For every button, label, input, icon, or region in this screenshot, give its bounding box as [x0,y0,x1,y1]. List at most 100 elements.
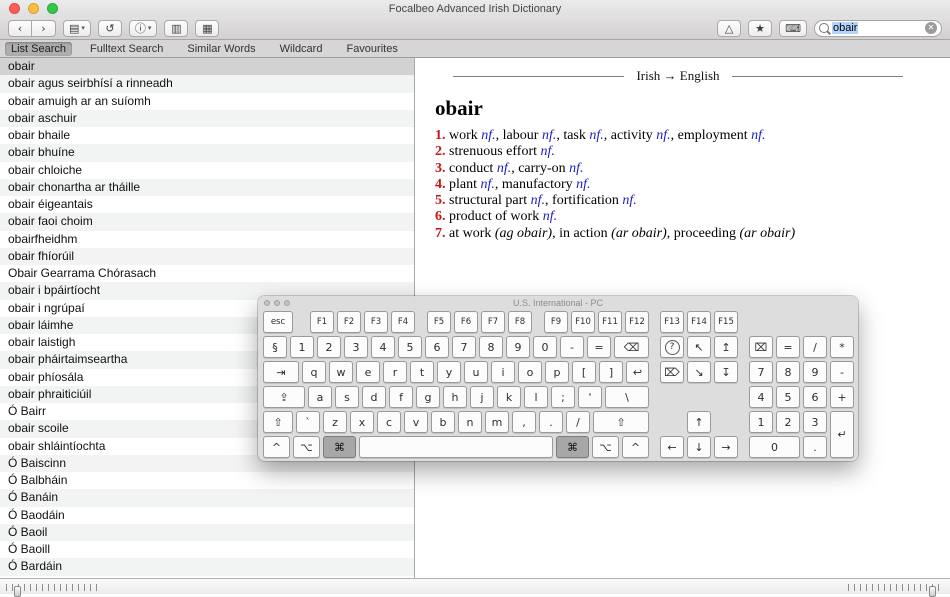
key-s[interactable]: s [335,386,359,408]
key-F12[interactable]: F12 [625,311,649,333]
key-num-multiply[interactable]: * [830,336,854,358]
key-9[interactable]: 9 [506,336,530,358]
key-num-1[interactable]: 1 [749,411,773,433]
key-a[interactable]: a [308,386,332,408]
key-end[interactable]: ↘ [687,361,711,383]
key-num-7[interactable]: 7 [749,361,773,383]
key-F3[interactable]: F3 [364,311,388,333]
list-item[interactable]: obair aschuir [0,109,414,127]
key-7[interactable]: 7 [452,336,476,358]
list-item[interactable]: Ó Bardáin [0,558,414,576]
key-t[interactable]: t [410,361,434,383]
key-num-0[interactable]: 0 [749,436,800,458]
key-z[interactable]: z [323,411,347,433]
key-=[interactable]: = [587,336,611,358]
key-page-down[interactable]: ↧ [714,361,738,383]
list-item[interactable]: obair chloiche [0,162,414,179]
list-item[interactable]: obair bhaile [0,127,414,144]
key-down-arrow[interactable]: ↓ [687,436,711,458]
keyboard-viewer-button[interactable]: ⌨ [779,19,807,37]
key-option-right[interactable]: ⌥ [592,436,619,458]
key-left-arrow[interactable]: ← [660,436,684,458]
key-forward-delete[interactable]: ⌦ [660,361,684,383]
entry-menu-button[interactable]: ▤ ▾ [63,19,91,37]
tab-fulltext-search[interactable]: Fulltext Search [84,42,169,56]
key-F6[interactable]: F6 [454,311,478,333]
key-;[interactable]: ; [551,386,575,408]
key-tab[interactable]: ⇥ [263,361,299,383]
list-item[interactable]: obair bhuíne [0,144,414,162]
list-text-size-slider[interactable] [6,584,102,597]
key-control-left[interactable]: ^ [263,436,290,458]
key-home[interactable]: ↖ [687,336,711,358]
grammar-tables-button[interactable]: ▦ [195,19,220,37]
key-F7[interactable]: F7 [481,311,505,333]
list-item[interactable]: obairfheidhm [0,231,414,248]
list-item[interactable]: Obair Gearrama Chórasach [0,265,414,282]
kb-zoom-button[interactable] [284,300,290,306]
key-][interactable]: ] [599,361,623,383]
info-menu-button[interactable]: ⓘ ▾ [128,19,158,37]
key-r[interactable]: r [383,361,407,383]
list-item[interactable]: obair amuigh ar an suíomh [0,93,414,110]
list-item[interactable]: Ó Balbháin [0,472,414,489]
list-item[interactable]: Ó Baoill [0,541,414,558]
key-control-right[interactable]: ^ [622,436,649,458]
kb-close-button[interactable] [264,300,270,306]
search-field[interactable]: obair ✕ [814,19,942,37]
key-/[interactable]: / [566,411,590,433]
key-F14[interactable]: F14 [687,311,711,333]
key-num-4[interactable]: 4 [749,386,773,408]
key-q[interactable]: q [302,361,326,383]
key-shift-left[interactable]: ⇧ [263,411,293,433]
key-g[interactable]: g [416,386,440,408]
favourite-button[interactable]: ★ [748,19,773,37]
key-m[interactable]: m [485,411,509,433]
key--[interactable]: - [560,336,584,358]
tab-favourites[interactable]: Favourites [340,42,403,56]
key-8[interactable]: 8 [479,336,503,358]
key-F11[interactable]: F11 [598,311,622,333]
key-option-left[interactable]: ⌥ [293,436,320,458]
minimize-button[interactable] [28,3,39,14]
key-F1[interactable]: F1 [310,311,334,333]
key-0[interactable]: 0 [533,336,557,358]
key-F9[interactable]: F9 [544,311,568,333]
key-F4[interactable]: F4 [391,311,415,333]
list-item[interactable]: obair faoi choim [0,213,414,231]
key-num-enter[interactable]: ↵ [830,411,854,458]
key-num-minus[interactable]: - [830,361,854,383]
key-command-right[interactable]: ⌘ [556,436,589,458]
key-num-3[interactable]: 3 [803,411,827,433]
key-F5[interactable]: F5 [427,311,451,333]
key-capslock[interactable]: ⇪ [263,386,305,408]
key-esc[interactable]: esc [263,311,293,333]
key-command-left[interactable]: ⌘ [323,436,356,458]
search-input[interactable]: obair [832,22,859,34]
key-shift-right[interactable]: ⇧ [593,411,649,433]
list-item[interactable]: obair chonartha ar tháille [0,178,414,196]
key-space[interactable] [359,436,553,458]
key-right-arrow[interactable]: → [714,436,738,458]
key-num-6[interactable]: 6 [803,386,827,408]
list-item[interactable]: obair éigeantais [0,196,414,213]
key-h[interactable]: h [443,386,467,408]
key-'[interactable]: ' [578,386,602,408]
key-num-5[interactable]: 5 [776,386,800,408]
key-l[interactable]: l [524,386,548,408]
report-problem-button[interactable]: △ [717,19,742,37]
clear-search-icon[interactable]: ✕ [925,22,937,34]
flashcards-button[interactable]: ▥ [164,19,189,37]
key-5[interactable]: 5 [398,336,422,358]
key-num-decimal[interactable]: . [803,436,827,458]
key-F15[interactable]: F15 [714,311,738,333]
back-button[interactable]: ‹ [8,19,32,37]
key-§[interactable]: § [263,336,287,358]
key-w[interactable]: w [329,361,353,383]
key-e[interactable]: e [356,361,380,383]
list-item[interactable]: obair [0,58,414,76]
key-F2[interactable]: F2 [337,311,361,333]
key-o[interactable]: o [518,361,542,383]
tab-list-search[interactable]: List Search [5,41,73,56]
key-4[interactable]: 4 [371,336,395,358]
